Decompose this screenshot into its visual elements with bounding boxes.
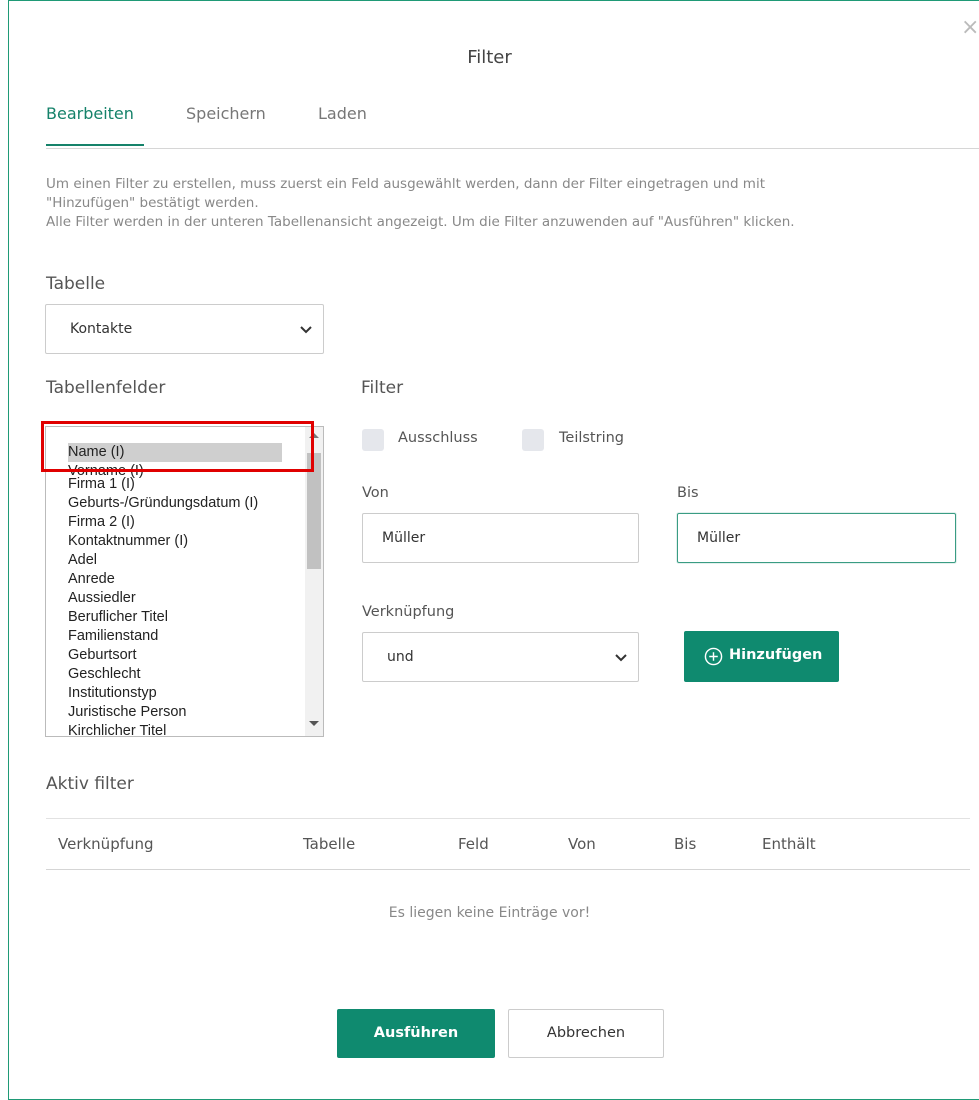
list-item[interactable]: Kontaktnummer (I) — [68, 532, 188, 551]
scroll-down-icon[interactable] — [309, 721, 319, 726]
verknuepfung-select[interactable]: und — [362, 632, 639, 682]
info-line-2: "Hinzufügen" bestätigt werden. — [46, 195, 259, 211]
tab-bearbeiten[interactable]: Bearbeiten — [46, 104, 134, 123]
tab-bar: Bearbeiten Speichern Laden — [46, 100, 979, 150]
col-verknuepfung: Verknüpfung — [58, 835, 154, 853]
list-item[interactable]: Firma 1 (I) — [68, 475, 135, 494]
list-item[interactable]: Anrede — [68, 570, 115, 589]
teilstring-checkbox[interactable] — [522, 429, 544, 451]
run-button[interactable]: Ausführen — [337, 1009, 495, 1058]
scrollbar-thumb[interactable] — [307, 453, 321, 569]
col-bis: Bis — [674, 835, 697, 853]
tabelle-label: Tabelle — [46, 274, 106, 294]
bis-input-value: Müller — [697, 530, 741, 546]
listbox-scrollbar[interactable] — [305, 427, 323, 736]
list-item[interactable]: Geschlecht — [68, 665, 141, 684]
von-input-value: Müller — [382, 530, 426, 546]
verknuepfung-label: Verknüpfung — [362, 604, 455, 620]
active-tab-indicator — [46, 144, 144, 146]
teilstring-label: Teilstring — [559, 430, 624, 446]
list-item[interactable]: Geburtsort — [68, 646, 137, 665]
verknuepfung-select-value: und — [387, 649, 414, 665]
tabellenfelder-listbox[interactable]: Name (I) Vorname (I) Firma 1 (I) Geburts… — [45, 426, 324, 737]
tab-speichern[interactable]: Speichern — [186, 104, 266, 123]
list-item[interactable]: Beruflicher Titel — [68, 608, 168, 627]
info-text: Um einen Filter zu erstellen, muss zuers… — [46, 175, 946, 232]
von-label: Von — [362, 485, 389, 501]
von-input[interactable]: Müller — [362, 513, 639, 563]
list-item-name[interactable]: Name (I) — [68, 443, 282, 462]
chevron-down-icon — [300, 326, 312, 334]
list-item[interactable]: Familienstand — [68, 627, 158, 646]
bis-label: Bis — [677, 485, 699, 501]
tabellenfelder-label: Tabellenfelder — [46, 378, 166, 398]
list-item[interactable]: Institutionstyp — [68, 684, 157, 703]
info-line-1: Um einen Filter zu erstellen, muss zuers… — [46, 176, 766, 192]
ausschluss-checkbox[interactable] — [362, 429, 384, 451]
info-line-3: Alle Filter werden in der unteren Tabell… — [46, 214, 795, 230]
list-item[interactable]: Kirchlicher Titel — [68, 722, 166, 736]
list-item[interactable]: Adel — [68, 551, 97, 570]
ausschluss-label: Ausschluss — [398, 430, 478, 446]
col-von: Von — [568, 835, 596, 853]
filter-label: Filter — [361, 378, 404, 398]
col-enthaelt: Enthält — [762, 835, 816, 853]
col-feld: Feld — [458, 835, 489, 853]
add-filter-label: Hinzufügen — [729, 647, 823, 663]
aktiv-filter-label: Aktiv filter — [46, 774, 134, 794]
scroll-up-icon[interactable] — [309, 433, 319, 438]
bis-input[interactable]: Müller — [677, 513, 956, 563]
tab-laden[interactable]: Laden — [318, 104, 367, 123]
cancel-button[interactable]: Abbrechen — [508, 1009, 664, 1058]
col-tabelle: Tabelle — [303, 835, 356, 853]
tabelle-select[interactable]: Kontakte — [45, 304, 324, 354]
empty-state-text: Es liegen keine Einträge vor! — [388, 905, 591, 921]
list-item[interactable]: Geburts-/Gründungsdatum (I) — [68, 494, 258, 513]
list-item[interactable]: Juristische Person — [68, 703, 186, 722]
list-item[interactable]: Aussiedler — [68, 589, 136, 608]
tabs-divider — [46, 148, 979, 149]
add-filter-button[interactable]: Hinzufügen — [684, 631, 839, 682]
chevron-down-icon — [615, 654, 627, 662]
dialog-title: Filter — [467, 47, 512, 68]
close-icon[interactable]: × — [961, 17, 979, 39]
active-filter-table-header: Verknüpfung Tabelle Feld Von Bis Enthält — [46, 818, 970, 870]
list-item[interactable]: Firma 2 (I) — [68, 513, 135, 532]
tabelle-select-value: Kontakte — [70, 321, 133, 337]
plus-circle-icon — [704, 647, 723, 666]
